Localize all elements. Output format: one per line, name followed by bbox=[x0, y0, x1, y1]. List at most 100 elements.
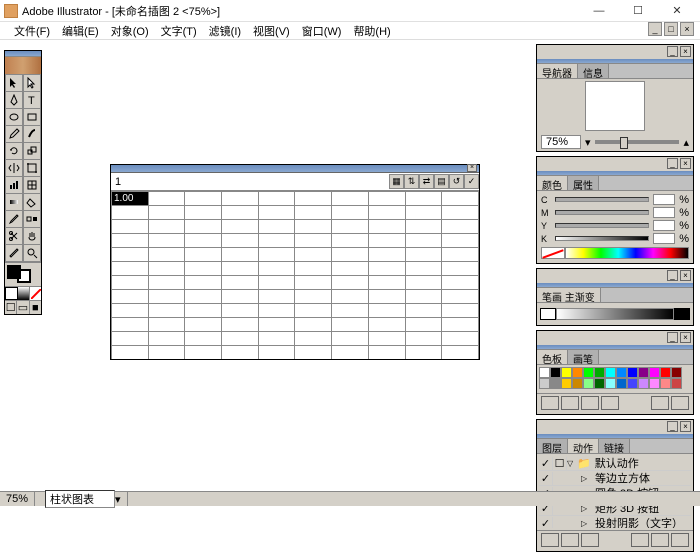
selection-tool[interactable] bbox=[5, 75, 23, 92]
data-cell[interactable] bbox=[112, 290, 149, 304]
swatch-btn-2[interactable] bbox=[561, 396, 579, 410]
data-cell[interactable] bbox=[185, 234, 222, 248]
tab-links[interactable]: 链接 bbox=[599, 439, 630, 453]
data-cell[interactable] bbox=[368, 318, 405, 332]
data-cell[interactable] bbox=[112, 206, 149, 220]
tab-info[interactable]: 信息 bbox=[578, 64, 609, 78]
minimize-button[interactable]: — bbox=[580, 1, 618, 21]
revert-icon[interactable]: ↺ bbox=[449, 174, 464, 189]
action-set-row[interactable]: ✓ ☐ ▽ 📁 默认动作 bbox=[539, 456, 691, 471]
direct-select-tool[interactable] bbox=[23, 75, 41, 92]
graph-data-drag-handle[interactable]: × bbox=[111, 165, 479, 173]
swatch-cell[interactable] bbox=[649, 367, 660, 378]
data-cell[interactable] bbox=[185, 220, 222, 234]
data-cell[interactable] bbox=[295, 290, 332, 304]
swatch-cell[interactable] bbox=[550, 367, 561, 378]
swatch-cell[interactable] bbox=[671, 378, 682, 389]
actions-drag-handle[interactable] bbox=[537, 434, 693, 439]
disclosure-icon[interactable]: ▽ bbox=[567, 459, 577, 468]
panel-close-button[interactable]: × bbox=[680, 46, 691, 57]
swatch-cell[interactable] bbox=[616, 367, 627, 378]
data-cell[interactable] bbox=[332, 276, 369, 290]
data-cell[interactable] bbox=[222, 206, 259, 220]
swatch-cell[interactable] bbox=[660, 378, 671, 389]
swatch-cell[interactable] bbox=[539, 367, 550, 378]
tab-swatches[interactable]: 色板 bbox=[537, 350, 568, 364]
panel-collapse-button[interactable]: _ bbox=[667, 270, 678, 281]
data-cell[interactable] bbox=[112, 346, 149, 360]
maximize-button[interactable]: ☐ bbox=[619, 1, 657, 21]
mdi-min-button[interactable]: _ bbox=[648, 22, 662, 36]
data-cell[interactable] bbox=[295, 332, 332, 346]
data-cell[interactable] bbox=[148, 234, 185, 248]
measure-tool[interactable] bbox=[5, 245, 23, 262]
data-cell[interactable] bbox=[405, 290, 442, 304]
data-cell[interactable] bbox=[148, 220, 185, 234]
data-cell[interactable] bbox=[442, 290, 479, 304]
blend-tool[interactable] bbox=[23, 211, 41, 228]
tab-actions[interactable]: 动作 bbox=[568, 439, 599, 453]
data-cell[interactable] bbox=[112, 248, 149, 262]
gradient-slider[interactable] bbox=[556, 308, 674, 320]
data-cell[interactable] bbox=[222, 318, 259, 332]
data-cell[interactable] bbox=[258, 248, 295, 262]
c-slider[interactable] bbox=[555, 197, 649, 202]
data-cell[interactable] bbox=[368, 206, 405, 220]
import-icon[interactable]: ▦ bbox=[389, 174, 404, 189]
data-cell[interactable] bbox=[332, 332, 369, 346]
rectangle-tool[interactable] bbox=[23, 109, 41, 126]
data-cell[interactable] bbox=[258, 276, 295, 290]
data-cell[interactable] bbox=[258, 192, 295, 206]
graph-data-close-button[interactable]: × bbox=[467, 164, 477, 172]
switch-xy-icon[interactable]: ⇄ bbox=[419, 174, 434, 189]
data-cell[interactable] bbox=[258, 346, 295, 360]
visibility-toggle[interactable]: ✓ bbox=[539, 517, 553, 529]
tab-stroke[interactable]: 笔画 主渐变 bbox=[537, 288, 601, 302]
data-cell[interactable] bbox=[258, 332, 295, 346]
data-cell[interactable] bbox=[148, 332, 185, 346]
swatch-cell[interactable] bbox=[594, 378, 605, 389]
pencil-tool[interactable] bbox=[5, 126, 23, 143]
data-cell[interactable] bbox=[295, 248, 332, 262]
data-cell[interactable] bbox=[148, 262, 185, 276]
menu-window[interactable]: 窗口(W) bbox=[296, 22, 348, 40]
new-set-button[interactable] bbox=[631, 533, 649, 547]
data-cell[interactable] bbox=[405, 248, 442, 262]
panel-collapse-button[interactable]: _ bbox=[667, 332, 678, 343]
swatch-cell[interactable] bbox=[627, 367, 638, 378]
data-cell[interactable] bbox=[405, 346, 442, 360]
data-cell[interactable] bbox=[222, 234, 259, 248]
brush-tool[interactable] bbox=[23, 126, 41, 143]
swatch-cell[interactable] bbox=[550, 378, 561, 389]
graph-tool[interactable] bbox=[5, 177, 23, 194]
swatch-cell[interactable] bbox=[561, 378, 572, 389]
delete-action-button[interactable] bbox=[671, 533, 689, 547]
color-mode-button[interactable] bbox=[5, 287, 18, 300]
swatch-cell[interactable] bbox=[605, 367, 616, 378]
data-cell[interactable] bbox=[295, 318, 332, 332]
menu-object[interactable]: 对象(O) bbox=[105, 22, 155, 40]
data-cell[interactable] bbox=[112, 304, 149, 318]
reflect-tool[interactable] bbox=[5, 160, 23, 177]
data-cell[interactable] bbox=[112, 276, 149, 290]
menu-filter[interactable]: 滤镜(I) bbox=[203, 22, 247, 40]
y-slider[interactable] bbox=[555, 223, 649, 228]
data-cell[interactable] bbox=[368, 220, 405, 234]
data-cell[interactable] bbox=[295, 192, 332, 206]
data-cell[interactable] bbox=[222, 346, 259, 360]
ellipse-tool[interactable] bbox=[5, 109, 23, 126]
swatch-cell[interactable] bbox=[627, 378, 638, 389]
status-zoom[interactable]: 75% bbox=[0, 492, 35, 506]
swatch-cell[interactable] bbox=[572, 378, 583, 389]
action-row[interactable]: ✓▷投射阴影（文字） bbox=[539, 516, 691, 528]
record-button[interactable] bbox=[561, 533, 579, 547]
swatch-cell[interactable] bbox=[583, 378, 594, 389]
m-input[interactable] bbox=[653, 207, 675, 218]
data-cell[interactable] bbox=[368, 248, 405, 262]
data-cell[interactable] bbox=[368, 276, 405, 290]
data-cell[interactable] bbox=[332, 318, 369, 332]
data-cell[interactable] bbox=[405, 262, 442, 276]
panel-collapse-button[interactable]: _ bbox=[667, 421, 678, 432]
cell-entry-input[interactable] bbox=[111, 175, 389, 189]
delete-swatch-button[interactable] bbox=[671, 396, 689, 410]
